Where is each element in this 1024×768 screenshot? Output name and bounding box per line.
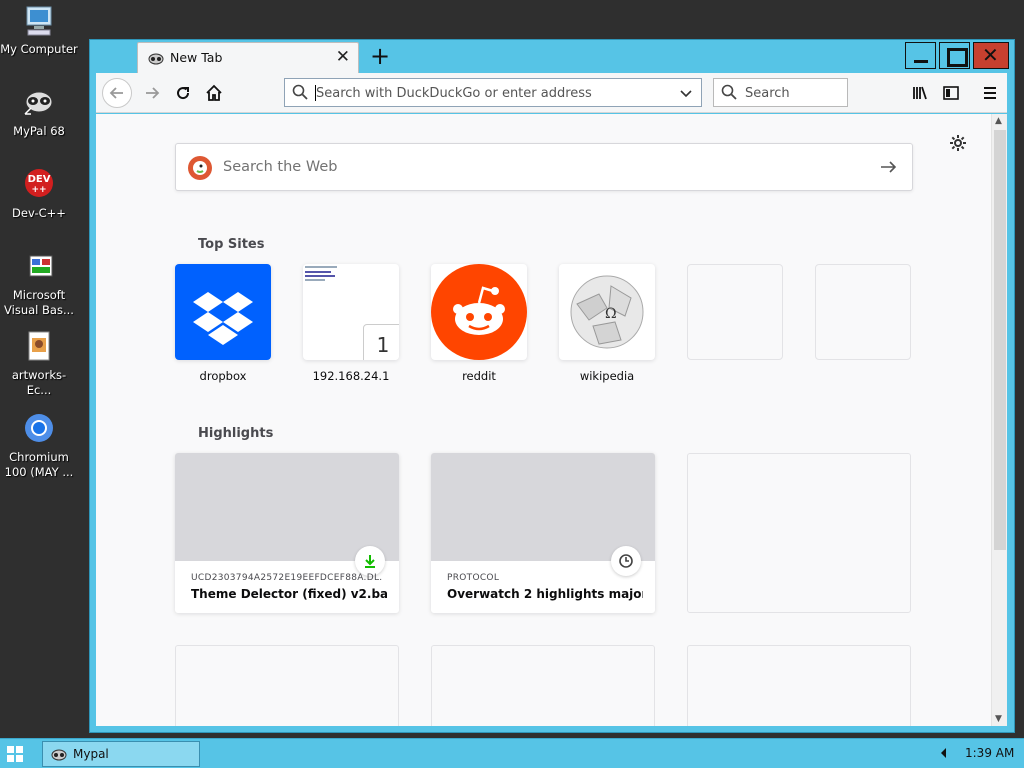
taskbar: Mypal 1:39 AM: [0, 738, 1024, 768]
top-site-192-168-24-1[interactable]: 1: [303, 264, 399, 360]
top-site-label: 192.168.24.1: [312, 369, 390, 383]
svg-text:Ω: Ω: [605, 306, 617, 322]
computer-icon: [22, 4, 56, 38]
desktop-icon-visual-basic[interactable]: Microsoft Visual Bas...: [0, 250, 78, 318]
reload-button[interactable]: [169, 79, 197, 107]
highlight-context: PROTOCOL: [447, 573, 500, 583]
top-site-empty-slot[interactable]: [687, 264, 783, 360]
highlight-title: Theme Delector (fixed) v2.bat: [191, 587, 387, 601]
highlight-context: UCD2303794A2572E19EEFDCEF88A.DL.DR...: [191, 573, 383, 583]
minimize-button[interactable]: [905, 42, 936, 69]
vertical-scrollbar[interactable]: ▲ ▼: [991, 114, 1007, 726]
duckduckgo-icon: [188, 156, 212, 180]
top-site-label: dropbox: [199, 369, 247, 383]
mypal-icon: [22, 86, 56, 120]
history-clock-icon: [611, 546, 641, 576]
pin-number-badge: 1: [363, 324, 399, 360]
start-button[interactable]: [6, 745, 24, 767]
browser-window: New Tab ✕ + ✕ Search with DuckDuckGo or …: [89, 39, 1015, 733]
scrollbar-thumb[interactable]: [994, 130, 1006, 550]
desktop-icon-my-computer[interactable]: My Computer: [0, 4, 78, 57]
highlight-empty-slot: [687, 645, 911, 726]
home-button[interactable]: [200, 79, 228, 107]
home-icon: [206, 84, 222, 101]
gear-icon[interactable]: [949, 134, 967, 156]
library-button[interactable]: [906, 79, 934, 107]
highlights-heading: Highlights: [198, 426, 274, 441]
highlight-empty-slot: [175, 645, 399, 726]
chromium-icon: [22, 412, 56, 446]
close-icon: ✕: [982, 43, 999, 67]
taskbar-item-mypal[interactable]: Mypal: [42, 741, 200, 767]
windows-logo-icon: [7, 746, 23, 762]
mypal-favicon-icon: [148, 51, 164, 65]
top-site-wikipedia[interactable]: Ω: [559, 264, 655, 360]
highlight-empty-slot: [687, 453, 911, 613]
highlight-card[interactable]: UCD2303794A2572E19EEFDCEF88A.DL.DR... Th…: [175, 453, 399, 613]
mypal-favicon-icon: [51, 747, 67, 766]
url-bar[interactable]: Search with DuckDuckGo or enter address: [284, 78, 702, 107]
sidebar-button[interactable]: [937, 79, 965, 107]
maximize-button[interactable]: [939, 42, 970, 69]
devcpp-icon: DEV ++: [22, 168, 56, 202]
desktop-icon-artworks[interactable]: artworks-Ec...: [0, 330, 78, 398]
nav-toolbar: Search with DuckDuckGo or enter address …: [96, 73, 1007, 113]
back-arrow-icon: [109, 87, 123, 99]
sidebar-icon: [943, 86, 959, 100]
new-tab-button[interactable]: +: [370, 43, 390, 69]
menu-button[interactable]: [976, 79, 1004, 107]
web-search-box[interactable]: Search the Web: [175, 143, 913, 191]
desktop-icon-devcpp[interactable]: DEV ++ Dev-C++: [0, 168, 78, 221]
vb-icon: [22, 250, 56, 284]
highlight-empty-slot: [431, 645, 655, 726]
top-site-empty-slot[interactable]: [815, 264, 911, 360]
tray-expand-icon[interactable]: [941, 748, 946, 758]
newtab-page: Search the Web Top Sites dropbox 1 192.1…: [96, 114, 991, 726]
scroll-up-icon[interactable]: ▲: [995, 116, 1002, 126]
svg-text:++: ++: [31, 185, 46, 195]
forward-button[interactable]: [138, 79, 166, 107]
tab-close-icon[interactable]: ✕: [336, 47, 350, 67]
desktop-icon-mypal[interactable]: MyPal 68: [0, 86, 78, 139]
svg-text:DEV: DEV: [28, 174, 51, 185]
search-bar-placeholder: Search: [745, 86, 790, 101]
web-search-placeholder: Search the Web: [223, 159, 338, 175]
library-icon: [913, 86, 927, 100]
scroll-down-icon[interactable]: ▼: [995, 714, 1002, 724]
image-file-icon: [22, 330, 56, 364]
search-bar[interactable]: Search: [713, 78, 848, 107]
tab-title: New Tab: [170, 50, 223, 65]
highlight-title: Overwatch 2 highlights major fr...: [447, 587, 643, 601]
url-bar-placeholder: Search with DuckDuckGo or enter address: [316, 86, 592, 101]
highlight-card[interactable]: PROTOCOL Overwatch 2 highlights major fr…: [431, 453, 655, 613]
top-sites-heading: Top Sites: [198, 237, 265, 252]
top-site-dropbox[interactable]: [175, 264, 271, 360]
close-window-button[interactable]: ✕: [973, 42, 1009, 69]
top-site-label: reddit: [462, 369, 496, 383]
reload-icon: [177, 87, 190, 100]
back-button[interactable]: [102, 78, 132, 108]
hamburger-menu-icon: [984, 87, 996, 99]
highlight-thumbnail: [175, 453, 399, 561]
title-bar[interactable]: New Tab ✕ + ✕: [90, 40, 1014, 73]
top-site-label: wikipedia: [579, 369, 635, 383]
wikipedia-icon: Ω: [570, 275, 644, 349]
tab-new-tab[interactable]: New Tab ✕: [137, 42, 359, 73]
taskbar-item-label: Mypal: [73, 747, 109, 761]
forward-arrow-icon: [146, 87, 160, 99]
dropbox-icon: [193, 292, 253, 345]
arrow-right-icon[interactable]: [878, 157, 898, 181]
clock[interactable]: 1:39 AM: [965, 746, 1014, 760]
reddit-icon: [431, 264, 527, 360]
search-icon: [721, 84, 737, 104]
search-icon: [292, 84, 308, 104]
highlight-thumbnail: [431, 453, 655, 561]
download-icon: [355, 546, 385, 576]
desktop-icon-chromium[interactable]: Chromium 100 (MAY ...: [0, 412, 78, 480]
chevron-down-icon[interactable]: [679, 85, 693, 104]
top-site-reddit[interactable]: [431, 264, 527, 360]
